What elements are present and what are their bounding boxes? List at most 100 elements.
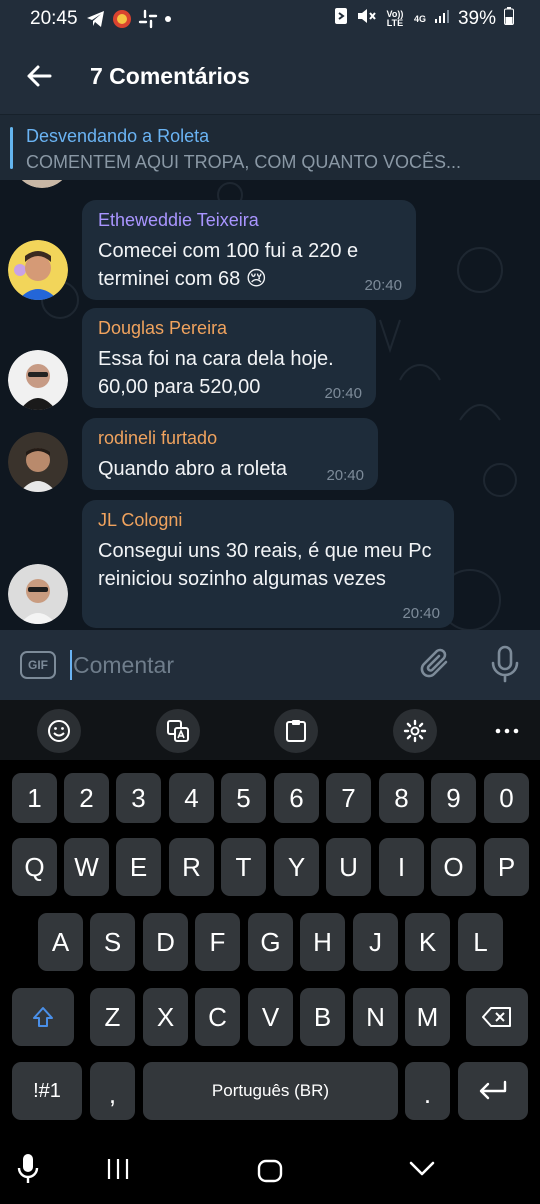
message-time: 20:40	[326, 467, 364, 484]
key-k[interactable]: K	[405, 913, 450, 971]
key-l[interactable]: L	[458, 913, 503, 971]
key-r[interactable]: R	[169, 838, 214, 896]
space-key[interactable]: Português (BR)	[143, 1062, 398, 1120]
hide-keyboard-button[interactable]	[408, 1160, 436, 1183]
back-button[interactable]	[0, 38, 78, 114]
nfc-icon	[334, 7, 348, 31]
more-notifications-dot-icon	[164, 15, 172, 23]
key-5[interactable]: 5	[221, 773, 266, 823]
key-1[interactable]: 1	[12, 773, 57, 823]
message-bubble-3[interactable]: rodineli furtado Quando abro a roleta 20…	[82, 418, 378, 490]
key-s[interactable]: S	[90, 913, 135, 971]
key-o[interactable]: O	[431, 838, 476, 896]
key-j[interactable]: J	[353, 913, 398, 971]
backspace-key[interactable]	[466, 988, 528, 1046]
emoji-button[interactable]	[37, 709, 81, 753]
translate-button[interactable]	[156, 709, 200, 753]
pinned-post[interactable]: Desvendando a Roleta COMENTEM AQUI TROPA…	[0, 114, 540, 180]
message-bubble-4[interactable]: JL Cologni Consegui uns 30 reais, é que …	[82, 500, 454, 628]
avatar-rodineli[interactable]	[8, 432, 68, 492]
key-d[interactable]: D	[143, 913, 188, 971]
gear-icon	[403, 719, 427, 743]
message-bubble-1[interactable]: Etheweddie Teixeira Comecei com 100 fui …	[82, 200, 416, 300]
keyboard-toolbar	[0, 700, 540, 760]
key-g[interactable]: G	[248, 913, 293, 971]
battery-percent: 39%	[457, 8, 496, 29]
microphone-icon	[491, 645, 519, 683]
key-w[interactable]: W	[64, 838, 109, 896]
message-text: Comecei com 100 fui a 220 e terminei com…	[98, 240, 359, 290]
key-h[interactable]: H	[300, 913, 345, 971]
app-notification-icon	[112, 9, 132, 29]
key-7[interactable]: 7	[326, 773, 371, 823]
voice-input-button[interactable]	[16, 1152, 40, 1191]
text-caret	[70, 650, 72, 680]
key-a[interactable]: A	[38, 913, 83, 971]
message-time: 20:40	[364, 277, 402, 294]
message-time: 20:40	[324, 385, 362, 402]
key-3[interactable]: 3	[116, 773, 161, 823]
home-button[interactable]	[256, 1158, 284, 1189]
key-0[interactable]: 0	[484, 773, 529, 823]
key-4[interactable]: 4	[169, 773, 214, 823]
key-n[interactable]: N	[353, 988, 398, 1046]
translate-icon	[167, 720, 189, 742]
key-b[interactable]: B	[300, 988, 345, 1046]
backspace-icon	[482, 1007, 511, 1027]
key-e[interactable]: E	[116, 838, 161, 896]
recent-apps-button[interactable]	[105, 1156, 131, 1187]
enter-key[interactable]	[458, 1062, 528, 1120]
comma-key[interactable]: ,	[90, 1062, 135, 1120]
attach-button[interactable]	[420, 647, 452, 686]
clipboard-icon	[286, 720, 306, 742]
message-bubble-2[interactable]: Douglas Pereira Essa foi na cara dela ho…	[82, 308, 376, 408]
chevron-down-icon	[409, 1161, 435, 1176]
comments-list[interactable]: Etheweddie Teixeira Comecei com 100 fui …	[0, 180, 540, 630]
pinned-title: Desvendando a Roleta	[26, 126, 210, 146]
key-u[interactable]: U	[326, 838, 371, 896]
message-text: Quando abro a roleta	[98, 458, 288, 480]
shift-arrow-icon	[33, 1007, 53, 1027]
period-key[interactable]: .	[405, 1062, 450, 1120]
key-6[interactable]: 6	[274, 773, 319, 823]
avatar-jl-cologni[interactable]	[8, 564, 68, 624]
comments-header: 7 Comentários	[0, 38, 540, 114]
key-p[interactable]: P	[484, 838, 529, 896]
key-i[interactable]: I	[379, 838, 424, 896]
page-title: 7 Comentários	[90, 62, 250, 89]
key-c[interactable]: C	[195, 988, 240, 1046]
status-bar: 20:45 Vo)) LTE 4G 39%	[0, 0, 540, 38]
clipboard-button[interactable]	[274, 709, 318, 753]
voice-message-button[interactable]	[490, 645, 520, 688]
telegram-app: 20:45 Vo)) LTE 4G 39% 7 Comentários Desv…	[0, 0, 540, 700]
message-author[interactable]: Etheweddie Teixeira	[98, 210, 400, 231]
system-navigation-bar	[0, 1138, 540, 1204]
telegram-notification-icon	[86, 10, 106, 28]
key-q[interactable]: Q	[12, 838, 57, 896]
message-author[interactable]: Douglas Pereira	[98, 318, 360, 339]
key-v[interactable]: V	[248, 988, 293, 1046]
key-t[interactable]: T	[221, 838, 266, 896]
gif-button[interactable]: GIF	[20, 651, 56, 679]
keyboard-settings-button[interactable]	[393, 709, 437, 753]
key-x[interactable]: X	[143, 988, 188, 1046]
key-9[interactable]: 9	[431, 773, 476, 823]
key-8[interactable]: 8	[379, 773, 424, 823]
message-author[interactable]: JL Cologni	[98, 510, 438, 531]
message-text: Essa foi na cara dela hoje. 60,00 para 5…	[98, 348, 334, 398]
shift-key[interactable]	[12, 988, 74, 1046]
key-f[interactable]: F	[195, 913, 240, 971]
comment-input[interactable]: Comentar	[70, 647, 174, 683]
more-options-button[interactable]	[485, 709, 529, 753]
avatar-douglas[interactable]	[8, 350, 68, 410]
key-z[interactable]: Z	[90, 988, 135, 1046]
key-y[interactable]: Y	[274, 838, 319, 896]
emoji-icon	[48, 720, 70, 742]
samsung-keyboard: 1 2 3 4 5 6 7 8 9 0 Q W E R T Y U I O P …	[0, 700, 540, 1138]
message-author[interactable]: rodineli furtado	[98, 428, 362, 449]
key-2[interactable]: 2	[64, 773, 109, 823]
status-time: 20:45	[30, 8, 78, 29]
avatar-etheweddie[interactable]	[8, 240, 68, 300]
key-m[interactable]: M	[405, 988, 450, 1046]
symbols-key[interactable]: !#1	[12, 1062, 82, 1120]
